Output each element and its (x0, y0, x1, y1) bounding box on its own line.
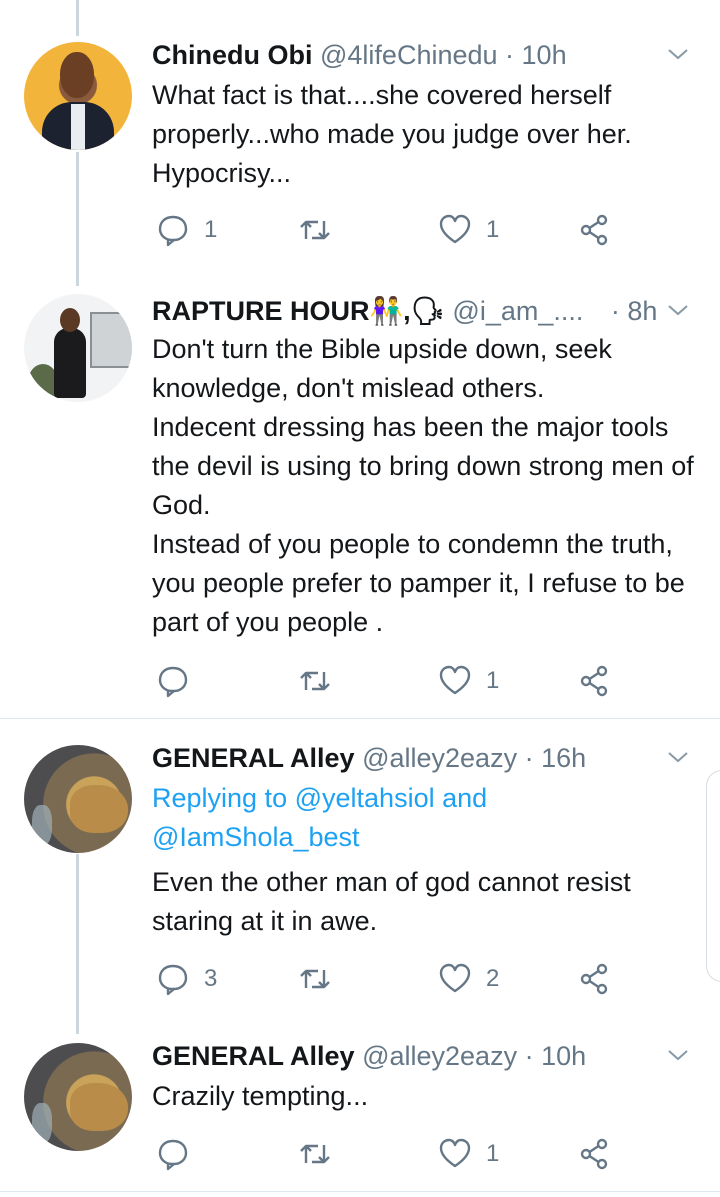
display-name[interactable]: RAPTURE HOUR👫,🗣 (152, 296, 445, 326)
timestamp[interactable]: · 10h (505, 40, 567, 70)
tweet-header: Chinedu Obi @4lifeChinedu · 10h (152, 38, 567, 72)
chevron-down-icon[interactable] (666, 298, 690, 322)
share-icon[interactable] (578, 213, 612, 247)
avatar[interactable] (24, 42, 132, 150)
reply-icon[interactable] (156, 962, 190, 996)
tweet-header: GENERAL Alley @alley2eazy · 10h (152, 1039, 586, 1073)
tweet-card[interactable]: GENERAL Alley @alley2eazy · 10h Crazily … (0, 1031, 720, 1191)
heart-icon[interactable] (438, 962, 472, 996)
retweet-icon[interactable] (298, 1137, 332, 1171)
heart-icon[interactable] (438, 664, 472, 698)
handle[interactable]: @alley2eazy (362, 743, 517, 773)
display-name[interactable]: GENERAL Alley (152, 1041, 355, 1071)
tweet-card[interactable]: GENERAL Alley @alley2eazy · 16h Replying… (0, 719, 720, 1031)
reply-count: 1 (204, 216, 218, 243)
share-icon[interactable] (578, 1137, 612, 1171)
display-name[interactable]: GENERAL Alley (152, 743, 355, 773)
like-count: 2 (486, 965, 500, 992)
handle[interactable]: @i_am_.... (452, 296, 583, 326)
avatar[interactable] (24, 745, 132, 853)
handle[interactable]: @alley2eazy (362, 1041, 517, 1071)
tweet-text: What fact is that....she covered herself… (152, 80, 632, 188)
mention-link[interactable]: @yeltahsiol (295, 783, 435, 813)
side-panel-edge (706, 770, 720, 982)
share-icon[interactable] (578, 664, 612, 698)
like-count: 1 (486, 1140, 500, 1167)
display-name[interactable]: Chinedu Obi (152, 40, 312, 70)
tweet-card[interactable]: Chinedu Obi @4lifeChinedu · 10h What fac… (0, 0, 720, 290)
chevron-down-icon[interactable] (666, 42, 690, 66)
handle[interactable]: @4lifeChinedu (320, 40, 498, 70)
chevron-down-icon[interactable] (666, 745, 690, 769)
tweet-card[interactable]: RAPTURE HOUR👫,🗣 @i_am_.... · 8h Don't tu… (0, 290, 720, 718)
tweet-header: GENERAL Alley @alley2eazy · 16h (152, 741, 586, 775)
tweet-text: Even the other man of god cannot resist … (152, 867, 631, 936)
divider (0, 1191, 720, 1192)
tweet-text: Crazily tempting... (152, 1081, 369, 1111)
reply-icon[interactable] (156, 664, 190, 698)
retweet-icon[interactable] (298, 962, 332, 996)
timestamp[interactable]: · 8h (611, 296, 658, 326)
avatar[interactable] (24, 1043, 132, 1151)
tweet-actions: 1 1 (0, 213, 720, 249)
avatar[interactable] (24, 294, 132, 402)
retweet-icon[interactable] (298, 213, 332, 247)
tweet-header: RAPTURE HOUR👫,🗣 @i_am_.... · 8h (152, 294, 657, 328)
replying-label: Replying to (152, 783, 288, 813)
share-icon[interactable] (578, 962, 612, 996)
chevron-down-icon[interactable] (666, 1043, 690, 1067)
tweet-actions: 3 2 (0, 962, 720, 998)
replying-and: and (442, 783, 488, 813)
retweet-icon[interactable] (298, 664, 332, 698)
reply-count: 3 (204, 965, 218, 992)
tweet-actions: 1 (0, 1137, 720, 1173)
timestamp[interactable]: · 10h (525, 1041, 587, 1071)
replying-to: Replying to @yeltahsiol and @IamShola_be… (152, 779, 712, 857)
tweet-text: Don't turn the Bible upside down, seek k… (152, 334, 694, 637)
like-count: 1 (486, 216, 500, 243)
reply-icon[interactable] (156, 1137, 190, 1171)
timestamp[interactable]: · 16h (525, 743, 587, 773)
like-count: 1 (486, 667, 500, 694)
heart-icon[interactable] (438, 213, 472, 247)
reply-icon[interactable] (156, 213, 190, 247)
tweet-actions: 1 (0, 664, 720, 700)
mention-link[interactable]: @IamShola_best (152, 822, 360, 852)
heart-icon[interactable] (438, 1137, 472, 1171)
